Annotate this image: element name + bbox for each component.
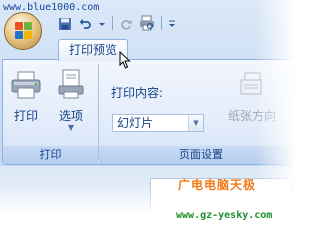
toolbar-divider — [112, 16, 113, 30]
options-icon — [55, 69, 87, 103]
print-content-value: 幻灯片 — [117, 116, 154, 130]
group-print-label: 打印 — [3, 146, 98, 164]
print-button[interactable]: 打印 — [9, 70, 43, 124]
undo-icon[interactable] — [78, 16, 92, 30]
print-label: 打印 — [13, 109, 38, 123]
mouse-cursor-icon — [119, 50, 131, 73]
office-logo-icon — [15, 22, 33, 40]
options-button[interactable]: 选项 ▼ — [51, 68, 91, 132]
printer-icon — [10, 71, 42, 103]
quick-access-toolbar — [58, 14, 176, 32]
watermark-site: www.gz-yesky.com — [176, 210, 273, 221]
print-content-select[interactable]: 幻灯片 ▼ — [112, 114, 204, 132]
redo-icon[interactable] — [119, 16, 133, 30]
chevron-down-icon: ▼ — [67, 123, 75, 132]
group-print: 打印 选项 ▼ 打印 — [3, 60, 98, 164]
watermark-brand: 广电电脑天极 — [178, 178, 257, 192]
watermark-url: www.blue1000.com — [3, 2, 100, 13]
options-label: 选项 — [58, 109, 83, 123]
tab-print-preview[interactable]: 打印预览 — [58, 39, 129, 61]
chevron-down-icon[interactable]: ▼ — [188, 115, 203, 131]
save-icon[interactable] — [58, 16, 72, 30]
application-window: www.blue1000.com 打印预览 打印 选项 ▼ 打印 打印内容: 纸… — [0, 0, 303, 230]
customize-toolbar-icon[interactable] — [168, 16, 176, 30]
print-content-label: 打印内容: — [111, 86, 164, 100]
undo-dropdown-icon[interactable] — [98, 16, 106, 30]
print-preview-icon[interactable] — [139, 15, 155, 31]
office-button[interactable] — [4, 12, 42, 50]
fade-overlay — [0, 184, 303, 230]
toolbar-divider — [161, 16, 162, 30]
